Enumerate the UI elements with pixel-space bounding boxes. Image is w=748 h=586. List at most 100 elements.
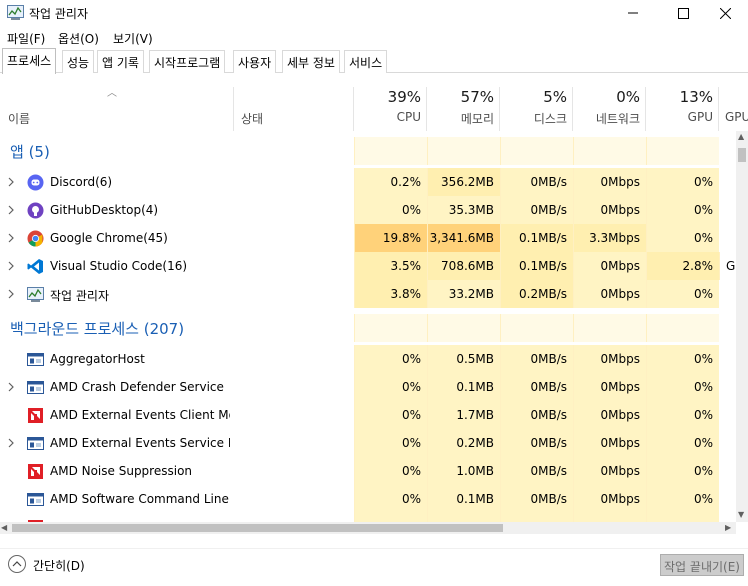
vertical-scrollbar[interactable]: ▲ ▼ — [736, 131, 748, 522]
collapse-label[interactable]: 간단히(D) — [33, 557, 85, 574]
cell-cpu — [354, 314, 427, 342]
service-window-icon — [27, 353, 44, 366]
cell-memory: 1.0MB — [427, 457, 500, 485]
column-network[interactable]: 0% 네트워크 — [573, 86, 646, 131]
cell-network: 0Mbps — [573, 373, 646, 401]
cell-network: 0Mbps — [573, 280, 646, 308]
column-name[interactable]: 이름 — [8, 110, 30, 127]
cell-disk: 0MB/s — [500, 429, 573, 457]
cell-disk: 0MB/s — [500, 457, 573, 485]
cell-gpu — [646, 314, 719, 342]
tab-users[interactable]: 사용자 — [233, 50, 277, 73]
disk-label: 디스크 — [533, 112, 567, 126]
cell-disk: 0.2MB/s — [500, 280, 573, 308]
table-row[interactable]: AMD External Events Client Mo... 0% 1.7M… — [0, 401, 720, 429]
tab-startup[interactable]: 시작프로그램 — [149, 50, 226, 73]
table-row[interactable]: AMD Crash Defender Service 0% 0.1MB 0MB/… — [0, 373, 720, 401]
cell-cpu: 0.2% — [354, 168, 427, 196]
scroll-left-icon[interactable]: ◀ — [1, 523, 7, 532]
group-header-background[interactable]: 백그라운드 프로세스 (207) — [0, 314, 720, 342]
chevron-right-icon[interactable] — [6, 260, 16, 272]
chevron-right-icon[interactable] — [6, 204, 16, 216]
column-memory[interactable]: 57% 메모리 — [427, 86, 500, 131]
horizontal-scrollbar[interactable]: ◀ ▶ — [0, 522, 736, 534]
close-button[interactable] — [702, 0, 748, 26]
tab-details[interactable]: 세부 정보 — [282, 50, 340, 73]
group-header-apps[interactable]: 앱 (5) — [0, 137, 720, 165]
amd-icon — [28, 464, 43, 479]
process-name: AMD Software Command Line... — [50, 492, 230, 506]
column-gpu-engine[interactable]: GPU — [719, 86, 748, 131]
column-disk[interactable]: 5% 디스크 — [500, 86, 573, 131]
tab-processes[interactable]: 프로세스 — [2, 48, 57, 74]
group-title-apps: 앱 (5) — [10, 143, 50, 161]
cell-gpu: 0% — [646, 168, 719, 196]
cell-memory: 0.2MB — [427, 429, 500, 457]
horizontal-scroll-thumb[interactable] — [12, 524, 503, 532]
cell-cpu — [354, 513, 427, 522]
chrome-icon — [27, 230, 44, 247]
table-row[interactable]: Visual Studio Code(16) 3.5% 708.6MB 0.1M… — [0, 252, 736, 280]
gpu-label: GPU — [687, 110, 713, 124]
service-window-icon — [27, 493, 44, 506]
table-row[interactable] — [0, 513, 720, 522]
scroll-up-icon[interactable]: ▲ — [738, 132, 744, 141]
column-cpu[interactable]: 39% CPU — [354, 86, 427, 131]
end-task-button[interactable]: 작업 끝내기(E) — [660, 554, 744, 576]
minimize-button[interactable] — [610, 0, 656, 26]
cell-network: 0Mbps — [573, 345, 646, 373]
cell-gpu — [646, 137, 719, 165]
maximize-button[interactable] — [660, 0, 706, 26]
cell-disk: 0MB/s — [500, 485, 573, 513]
cell-cpu: 0% — [354, 373, 427, 401]
cell-cpu: 0% — [354, 485, 427, 513]
table-row[interactable]: AggregatorHost 0% 0.5MB 0MB/s 0Mbps 0% — [0, 345, 720, 373]
discord-icon — [27, 174, 44, 191]
vertical-scroll-thumb[interactable] — [738, 148, 746, 162]
tab-performance[interactable]: 성능 — [62, 50, 95, 73]
cell-gpu: 2.8% — [646, 252, 719, 280]
chevron-right-icon[interactable] — [6, 288, 16, 300]
process-name: 작업 관리자 — [50, 289, 110, 303]
column-gpu[interactable]: 13% GPU — [646, 86, 719, 131]
cell-disk: 0.1MB/s — [500, 224, 573, 252]
table-row[interactable]: 작업 관리자 3.8% 33.2MB 0.2MB/s 0Mbps 0% — [0, 280, 720, 308]
tab-app-history[interactable]: 앱 기록 — [97, 50, 144, 73]
column-divider[interactable] — [233, 87, 234, 131]
menu-options[interactable]: 옵션(O) — [58, 30, 99, 47]
collapse-button[interactable] — [8, 555, 26, 573]
menu-bar: 파일(F) 옵션(O) 보기(V) — [0, 27, 748, 47]
footer: 간단히(D) 작업 끝내기(E) — [0, 548, 748, 586]
cell-memory: 3,341.6MB — [427, 224, 500, 252]
chevron-right-icon[interactable] — [6, 176, 16, 188]
table-row[interactable]: Google Chrome(45) 19.8% 3,341.6MB 0.1MB/… — [0, 224, 720, 252]
chevron-right-icon[interactable] — [6, 437, 16, 449]
table-row[interactable]: Discord(6) 0.2% 356.2MB 0MB/s 0Mbps 0% — [0, 168, 720, 196]
vscode-icon — [27, 259, 43, 274]
table-row[interactable]: GitHubDesktop(4) 0% 35.3MB 0MB/s 0Mbps 0… — [0, 196, 720, 224]
tab-services[interactable]: 서비스 — [344, 50, 388, 73]
tab-bar: 프로세스 성능 앱 기록 시작프로그램 사용자 세부 정보 서비스 — [0, 48, 748, 74]
cell-cpu: 0% — [354, 345, 427, 373]
title-bar: 작업 관리자 — [0, 0, 748, 26]
menu-file[interactable]: 파일(F) — [7, 30, 45, 47]
cpu-label: CPU — [396, 110, 421, 124]
cell-memory: 708.6MB — [427, 252, 500, 280]
network-label: 네트워크 — [595, 112, 640, 126]
column-status[interactable]: 상태 — [241, 110, 263, 127]
menu-view[interactable]: 보기(V) — [113, 30, 153, 47]
table-row[interactable]: AMD Software Command Line... 0% 0.1MB 0M… — [0, 485, 720, 513]
table-row[interactable]: AMD Noise Suppression 0% 1.0MB 0MB/s 0Mb… — [0, 457, 720, 485]
group-title-background: 백그라운드 프로세스 (207) — [10, 320, 185, 338]
cell-network: 0Mbps — [573, 457, 646, 485]
table-row[interactable]: AMD External Events Service M... 0% 0.2M… — [0, 429, 720, 457]
chevron-right-icon[interactable] — [6, 232, 16, 244]
chevron-right-icon[interactable] — [6, 381, 16, 393]
cell-gpu: 0% — [646, 401, 719, 429]
scroll-down-icon[interactable]: ▼ — [738, 510, 744, 519]
task-manager-icon — [7, 5, 24, 20]
cpu-total: 39% — [387, 88, 421, 106]
cell-disk: 0MB/s — [500, 168, 573, 196]
scroll-right-icon[interactable]: ▶ — [725, 523, 731, 532]
cell-cpu: 0% — [354, 196, 427, 224]
